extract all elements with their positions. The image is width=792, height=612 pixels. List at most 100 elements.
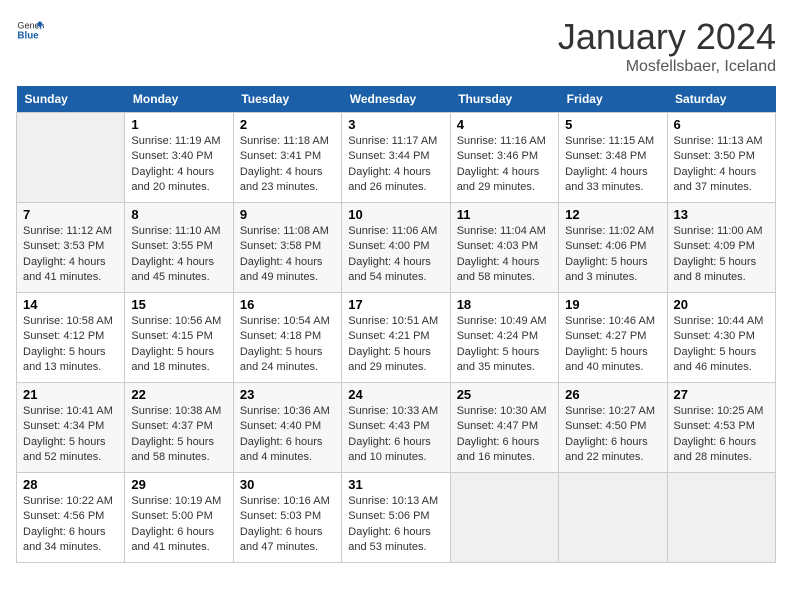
day-number: 22	[131, 387, 226, 402]
calendar-cell: 14 Sunrise: 10:58 AMSunset: 4:12 PMDaylig…	[17, 293, 125, 383]
day-number: 19	[565, 297, 660, 312]
day-number: 29	[131, 477, 226, 492]
day-number: 23	[240, 387, 335, 402]
day-number: 3	[348, 117, 443, 132]
day-info: Sunrise: 11:17 AMSunset: 3:44 PMDaylight…	[348, 134, 443, 196]
day-number: 10	[348, 207, 443, 222]
title-block: January 2024 Mosfellsbaer, Iceland	[558, 16, 776, 76]
day-info: Sunrise: 10:51 AMSunset: 4:21 PMDaylight…	[348, 314, 443, 376]
calendar-week-row: 7 Sunrise: 11:12 AMSunset: 3:53 PMDayligh…	[17, 203, 776, 293]
day-number: 5	[565, 117, 660, 132]
month-title: January 2024	[558, 16, 776, 58]
calendar-cell: 22 Sunrise: 10:38 AMSunset: 4:37 PMDaylig…	[125, 383, 233, 473]
page-header: General Blue January 2024 Mosfellsbaer, …	[16, 16, 776, 76]
day-info: Sunrise: 10:58 AMSunset: 4:12 PMDaylight…	[23, 314, 118, 376]
calendar-cell: 19 Sunrise: 10:46 AMSunset: 4:27 PMDaylig…	[559, 293, 667, 383]
calendar-week-row: 14 Sunrise: 10:58 AMSunset: 4:12 PMDaylig…	[17, 293, 776, 383]
svg-text:Blue: Blue	[17, 30, 39, 41]
day-number: 8	[131, 207, 226, 222]
day-number: 28	[23, 477, 118, 492]
weekday-header: Wednesday	[342, 86, 450, 113]
logo: General Blue	[16, 16, 44, 44]
calendar-table: SundayMondayTuesdayWednesdayThursdayFrid…	[16, 86, 776, 563]
weekday-header: Tuesday	[233, 86, 341, 113]
calendar-cell: 10 Sunrise: 11:06 AMSunset: 4:00 PMDaylig…	[342, 203, 450, 293]
calendar-cell: 2 Sunrise: 11:18 AMSunset: 3:41 PMDayligh…	[233, 113, 341, 203]
day-info: Sunrise: 10:56 AMSunset: 4:15 PMDaylight…	[131, 314, 226, 376]
day-info: Sunrise: 11:12 AMSunset: 3:53 PMDaylight…	[23, 224, 118, 286]
calendar-cell: 28 Sunrise: 10:22 AMSunset: 4:56 PMDaylig…	[17, 473, 125, 563]
weekday-header-row: SundayMondayTuesdayWednesdayThursdayFrid…	[17, 86, 776, 113]
day-number: 31	[348, 477, 443, 492]
day-number: 17	[348, 297, 443, 312]
calendar-cell: 23 Sunrise: 10:36 AMSunset: 4:40 PMDaylig…	[233, 383, 341, 473]
day-info: Sunrise: 11:00 AMSunset: 4:09 PMDaylight…	[674, 224, 769, 286]
day-number: 14	[23, 297, 118, 312]
day-info: Sunrise: 10:19 AMSunset: 5:00 PMDaylight…	[131, 494, 226, 556]
calendar-cell: 18 Sunrise: 10:49 AMSunset: 4:24 PMDaylig…	[450, 293, 558, 383]
calendar-cell: 4Sunrise: 11:16 AMSunset: 3:46 PMDayligh…	[450, 113, 558, 203]
day-info: Sunrise: 10:25 AMSunset: 4:53 PMDaylight…	[674, 404, 769, 466]
day-number: 27	[674, 387, 769, 402]
calendar-cell: 16 Sunrise: 10:54 AMSunset: 4:18 PMDaylig…	[233, 293, 341, 383]
calendar-week-row: 28 Sunrise: 10:22 AMSunset: 4:56 PMDaylig…	[17, 473, 776, 563]
day-number: 15	[131, 297, 226, 312]
calendar-cell	[450, 473, 558, 563]
calendar-cell: 15 Sunrise: 10:56 AMSunset: 4:15 PMDaylig…	[125, 293, 233, 383]
day-info: Sunrise: 10:27 AMSunset: 4:50 PMDaylight…	[565, 404, 660, 466]
calendar-cell: 30 Sunrise: 10:16 AMSunset: 5:03 PMDaylig…	[233, 473, 341, 563]
day-info: Sunrise: 10:36 AMSunset: 4:40 PMDaylight…	[240, 404, 335, 466]
calendar-cell: 26Sunrise: 10:27 AMSunset: 4:50 PMDaylig…	[559, 383, 667, 473]
day-number: 18	[457, 297, 552, 312]
weekday-header: Saturday	[667, 86, 775, 113]
calendar-cell	[667, 473, 775, 563]
calendar-cell: 5Sunrise: 11:15 AMSunset: 3:48 PMDayligh…	[559, 113, 667, 203]
calendar-cell	[559, 473, 667, 563]
day-number: 6	[674, 117, 769, 132]
day-info: Sunrise: 11:06 AMSunset: 4:00 PMDaylight…	[348, 224, 443, 286]
day-info: Sunrise: 10:30 AMSunset: 4:47 PMDaylight…	[457, 404, 552, 466]
calendar-week-row: 21Sunrise: 10:41 AMSunset: 4:34 PMDaylig…	[17, 383, 776, 473]
day-info: Sunrise: 11:18 AMSunset: 3:41 PMDaylight…	[240, 134, 335, 196]
day-info: Sunrise: 10:49 AMSunset: 4:24 PMDaylight…	[457, 314, 552, 376]
day-number: 30	[240, 477, 335, 492]
day-number: 20	[674, 297, 769, 312]
day-info: Sunrise: 11:02 AMSunset: 4:06 PMDaylight…	[565, 224, 660, 286]
day-number: 4	[457, 117, 552, 132]
calendar-cell: 1 Sunrise: 11:19 AMSunset: 3:40 PMDayligh…	[125, 113, 233, 203]
calendar-cell	[17, 113, 125, 203]
day-number: 13	[674, 207, 769, 222]
calendar-cell: 11 Sunrise: 11:04 AMSunset: 4:03 PMDaylig…	[450, 203, 558, 293]
day-info: Sunrise: 11:19 AMSunset: 3:40 PMDaylight…	[131, 134, 226, 196]
day-number: 11	[457, 207, 552, 222]
day-info: Sunrise: 10:38 AMSunset: 4:37 PMDaylight…	[131, 404, 226, 466]
day-info: Sunrise: 10:33 AMSunset: 4:43 PMDaylight…	[348, 404, 443, 466]
day-info: Sunrise: 10:22 AMSunset: 4:56 PMDaylight…	[23, 494, 118, 556]
day-number: 21	[23, 387, 118, 402]
day-number: 12	[565, 207, 660, 222]
calendar-cell: 29 Sunrise: 10:19 AMSunset: 5:00 PMDaylig…	[125, 473, 233, 563]
location-title: Mosfellsbaer, Iceland	[558, 58, 776, 76]
day-info: Sunrise: 10:13 AMSunset: 5:06 PMDaylight…	[348, 494, 443, 556]
day-info: Sunrise: 10:46 AMSunset: 4:27 PMDaylight…	[565, 314, 660, 376]
day-info: Sunrise: 11:10 AMSunset: 3:55 PMDaylight…	[131, 224, 226, 286]
weekday-header: Sunday	[17, 86, 125, 113]
calendar-cell: 8 Sunrise: 11:10 AMSunset: 3:55 PMDayligh…	[125, 203, 233, 293]
day-info: Sunrise: 10:16 AMSunset: 5:03 PMDaylight…	[240, 494, 335, 556]
calendar-cell: 13 Sunrise: 11:00 AMSunset: 4:09 PMDaylig…	[667, 203, 775, 293]
calendar-cell: 6 Sunrise: 11:13 AMSunset: 3:50 PMDayligh…	[667, 113, 775, 203]
calendar-cell: 9Sunrise: 11:08 AMSunset: 3:58 PMDayligh…	[233, 203, 341, 293]
day-number: 2	[240, 117, 335, 132]
calendar-cell: 3 Sunrise: 11:17 AMSunset: 3:44 PMDayligh…	[342, 113, 450, 203]
calendar-cell: 17 Sunrise: 10:51 AMSunset: 4:21 PMDaylig…	[342, 293, 450, 383]
day-number: 7	[23, 207, 118, 222]
day-info: Sunrise: 11:13 AMSunset: 3:50 PMDaylight…	[674, 134, 769, 196]
calendar-cell: 20Sunrise: 10:44 AMSunset: 4:30 PMDaylig…	[667, 293, 775, 383]
day-number: 1	[131, 117, 226, 132]
day-number: 25	[457, 387, 552, 402]
day-number: 16	[240, 297, 335, 312]
day-number: 24	[348, 387, 443, 402]
day-info: Sunrise: 11:04 AMSunset: 4:03 PMDaylight…	[457, 224, 552, 286]
day-info: Sunrise: 11:08 AMSunset: 3:58 PMDaylight…	[240, 224, 335, 286]
day-info: Sunrise: 10:54 AMSunset: 4:18 PMDaylight…	[240, 314, 335, 376]
